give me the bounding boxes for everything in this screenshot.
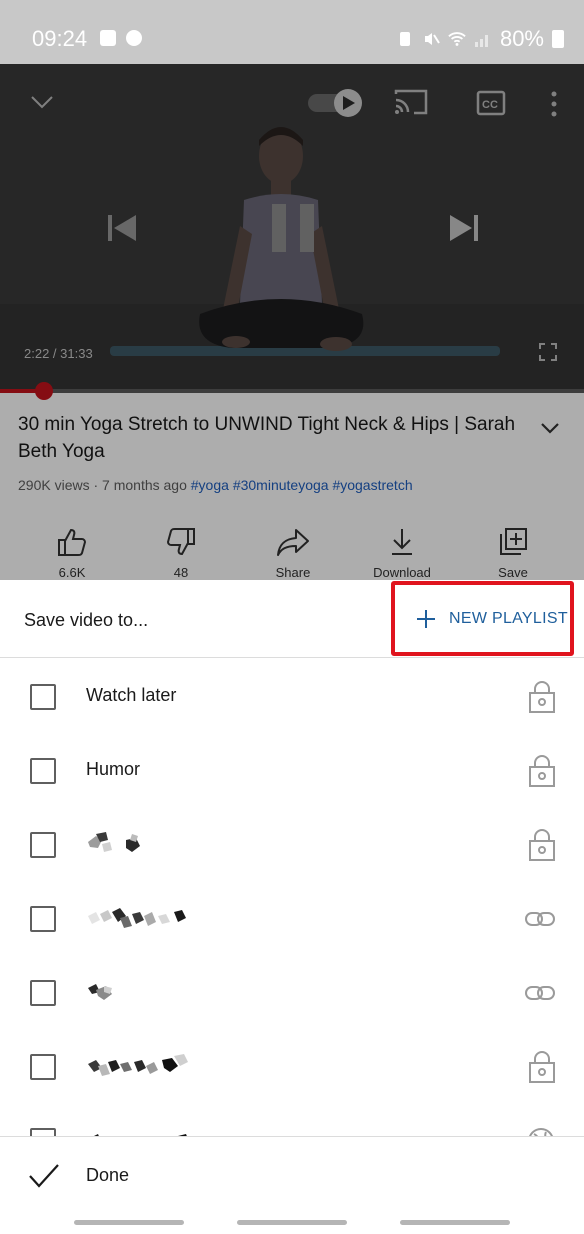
status-time: 09:24 bbox=[32, 26, 88, 51]
sheet-header: Save video to... NEW PLAYLIST bbox=[0, 580, 584, 658]
playlist-item[interactable] bbox=[0, 808, 584, 882]
status-right: 80% bbox=[396, 26, 564, 52]
gallery-icon bbox=[100, 30, 116, 46]
playlist-item[interactable] bbox=[0, 882, 584, 956]
link-icon bbox=[525, 986, 555, 1000]
mute-icon bbox=[424, 33, 440, 45]
status-left-icons bbox=[100, 30, 142, 46]
playlist-name: Humor bbox=[86, 759, 141, 779]
facebook-icon bbox=[126, 30, 142, 46]
nav-recents-indicator[interactable] bbox=[74, 1220, 184, 1225]
signal-icon bbox=[474, 35, 488, 47]
checkmark-icon bbox=[29, 1164, 59, 1188]
sheet-title: Save video to... bbox=[24, 610, 149, 630]
playlist-checkbox[interactable] bbox=[30, 832, 56, 858]
playlist-item[interactable] bbox=[0, 1030, 584, 1104]
lock-icon bbox=[529, 681, 555, 713]
lock-icon bbox=[529, 755, 555, 787]
playlist-item[interactable]: Humor bbox=[0, 734, 584, 808]
redacted-playlist-name bbox=[94, 1134, 187, 1136]
playlist-item[interactable] bbox=[0, 1104, 584, 1136]
playlist-checkbox[interactable] bbox=[30, 906, 56, 932]
done-button[interactable]: Done bbox=[86, 1165, 129, 1186]
playlist-checkbox[interactable] bbox=[30, 1054, 56, 1080]
playlist-checkbox[interactable] bbox=[30, 758, 56, 784]
globe-icon bbox=[529, 1128, 553, 1136]
playlist-item[interactable] bbox=[0, 956, 584, 1030]
wifi-icon bbox=[448, 32, 466, 46]
battery-level: 80% bbox=[499, 26, 544, 51]
lock-icon bbox=[529, 1051, 555, 1083]
new-playlist-label: NEW PLAYLIST bbox=[449, 609, 568, 627]
playlist-checkbox[interactable] bbox=[30, 980, 56, 1006]
redacted-playlist-name bbox=[88, 832, 140, 852]
save-to-playlist-sheet: Save video to... NEW PLAYLIST Watch late… bbox=[0, 580, 584, 1234]
playlist-list: Watch later Humor bbox=[0, 660, 584, 1136]
done-row[interactable]: Done bbox=[0, 1136, 584, 1216]
link-icon bbox=[525, 912, 555, 926]
playlist-name: Watch later bbox=[86, 685, 177, 705]
redacted-playlist-name bbox=[88, 1054, 188, 1076]
plus-icon bbox=[417, 609, 435, 628]
playlist-checkbox[interactable] bbox=[30, 684, 56, 710]
nav-back-indicator[interactable] bbox=[400, 1220, 510, 1225]
playlist-checkbox[interactable] bbox=[30, 1128, 56, 1136]
status-bar: 09:24 80% bbox=[0, 0, 584, 64]
battery-icon bbox=[552, 30, 564, 48]
battery-saver-icon bbox=[399, 32, 410, 46]
redacted-playlist-name bbox=[88, 984, 112, 1000]
playlist-item[interactable]: Watch later bbox=[0, 660, 584, 734]
new-playlist-button[interactable]: NEW PLAYLIST bbox=[391, 581, 574, 656]
redacted-playlist-name bbox=[88, 908, 186, 928]
nav-home-indicator[interactable] bbox=[237, 1220, 347, 1225]
system-nav-bar bbox=[0, 1212, 584, 1234]
scrim[interactable] bbox=[0, 64, 584, 580]
lock-icon bbox=[529, 829, 555, 861]
